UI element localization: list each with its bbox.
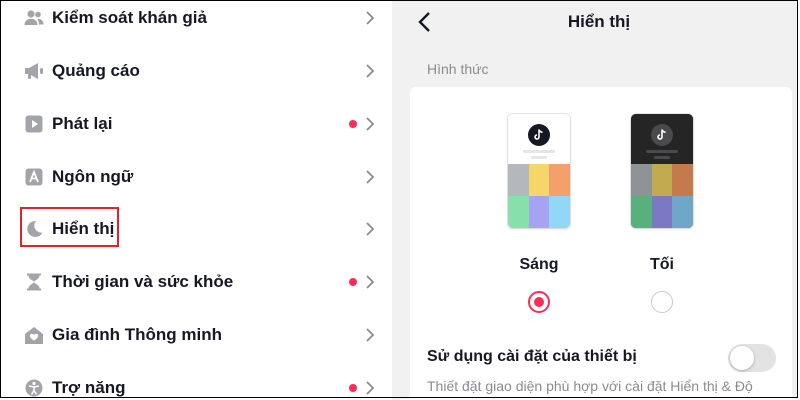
menu-item-screen-time[interactable]: Thời gian và sức khỏe <box>1 255 392 308</box>
dark-mode-preview[interactable] <box>631 114 693 228</box>
people-icon <box>24 8 44 28</box>
menu-item-ads[interactable]: Quảng cáo <box>1 44 392 97</box>
chevron-right-icon <box>366 63 375 78</box>
menu-item-audience-controls[interactable]: Kiểm soát khán giả <box>1 1 392 44</box>
menu-item-label: Quảng cáo <box>52 60 140 80</box>
menu-item-label: Phát lại <box>52 113 113 133</box>
device-setting-toggle[interactable] <box>728 344 776 372</box>
preview-tile <box>631 196 652 228</box>
toggle-knob <box>730 346 754 370</box>
notification-dot <box>349 119 357 128</box>
menu-item-language[interactable]: Ngôn ngữ <box>1 150 392 203</box>
chevron-right-icon <box>366 169 375 184</box>
play-icon <box>24 114 44 134</box>
appearance-card: Sáng Tối Sử dụng cài đặt của thiết bị Th… <box>410 87 792 399</box>
preview-tile <box>651 196 673 228</box>
tiktok-logo-icon <box>528 124 550 146</box>
chevron-right-icon <box>366 380 375 395</box>
chevron-right-icon <box>366 274 375 289</box>
tiktok-logo-icon <box>651 124 673 146</box>
chevron-right-icon <box>366 10 375 25</box>
section-label: Hình thức <box>427 61 489 77</box>
preview-tile <box>508 164 529 196</box>
device-setting-label: Sử dụng cài đặt của thiết bị <box>427 348 637 365</box>
menu-item-accessibility[interactable]: Trợ năng <box>1 361 392 399</box>
preview-tile <box>549 196 570 228</box>
dark-option-radio[interactable] <box>651 291 673 313</box>
preview-tile <box>672 196 693 228</box>
hourglass-icon <box>24 272 44 292</box>
menu-item-label: Ngôn ngữ <box>52 166 134 186</box>
light-option-radio[interactable] <box>528 291 550 313</box>
chevron-right-icon <box>366 327 375 342</box>
menu-item-label: Thời gian và sức khỏe <box>52 271 234 291</box>
preview-tile <box>508 196 529 228</box>
preview-text-line <box>531 156 547 159</box>
preview-text-line <box>654 156 670 159</box>
light-option-label: Sáng <box>519 256 559 273</box>
chevron-right-icon <box>366 116 375 131</box>
dark-option-label: Tối <box>650 256 674 273</box>
page-title: Hiển thị <box>567 12 631 31</box>
preview-text-line <box>523 150 555 153</box>
preview-tile <box>528 164 550 196</box>
menu-item-label: Trợ năng <box>52 377 126 397</box>
preview-tile <box>651 164 673 196</box>
accessibility-icon <box>24 378 44 398</box>
preview-tile <box>528 196 550 228</box>
light-mode-preview[interactable] <box>508 114 570 228</box>
megaphone-icon <box>24 61 44 81</box>
device-setting-description: Thiết đặt giao diện phù hợp với cài đặt … <box>427 378 753 394</box>
highlight-box <box>20 207 119 247</box>
menu-item-label: Gia đình Thông minh <box>52 324 222 344</box>
settings-menu: Kiểm soát khán giả Quảng cáo Phát lại Ng… <box>1 1 392 399</box>
menu-item-playback[interactable]: Phát lại <box>1 97 392 150</box>
language-icon <box>24 167 44 187</box>
home-heart-icon <box>24 325 44 345</box>
notification-dot <box>349 277 357 286</box>
top-bar: Hiển thị <box>400 1 798 43</box>
preview-tile-grid <box>508 164 570 228</box>
menu-item-label: Kiểm soát khán giả <box>52 7 207 27</box>
preview-text-line <box>646 150 678 153</box>
preview-tile <box>672 164 693 196</box>
preview-header <box>631 114 693 164</box>
preview-header <box>508 114 570 164</box>
preview-tile-grid <box>631 164 693 228</box>
chevron-right-icon <box>366 221 375 236</box>
menu-item-family-pairing[interactable]: Gia đình Thông minh <box>1 308 392 361</box>
panel-divider <box>392 0 400 400</box>
notification-dot <box>349 383 357 392</box>
display-settings-page: Hiển thị Hình thức Sáng Tối Sử dụng cài … <box>400 1 798 399</box>
preview-tile <box>549 164 570 196</box>
preview-tile <box>631 164 652 196</box>
